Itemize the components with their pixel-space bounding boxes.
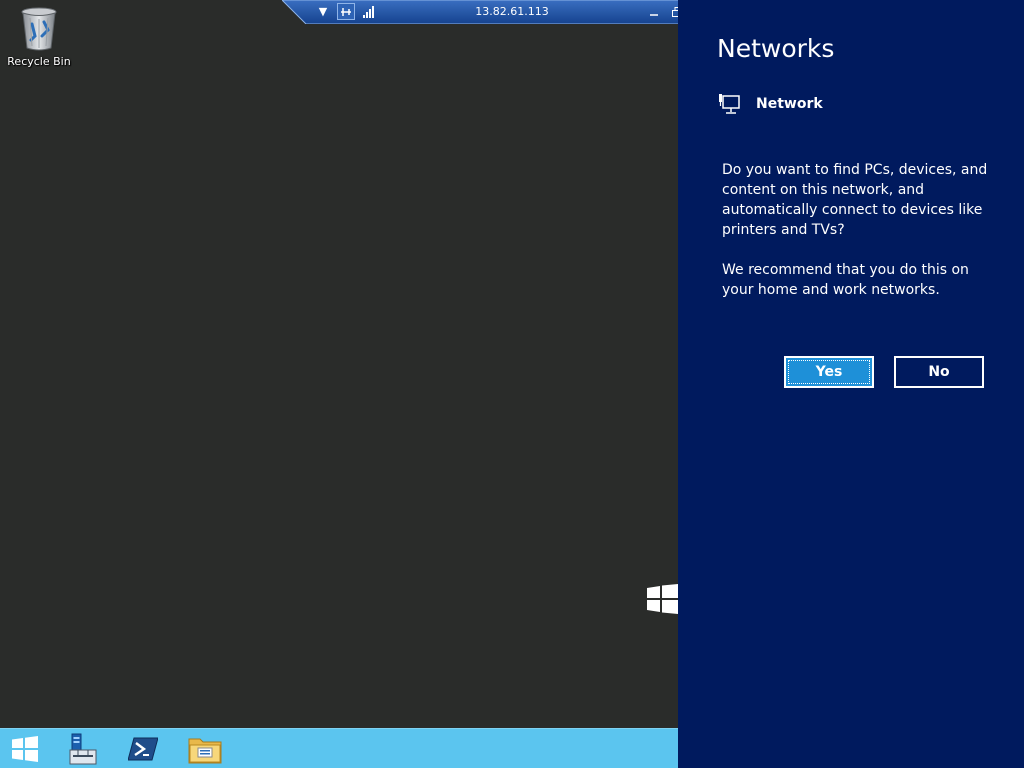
remote-connection-bar[interactable]: ▼ 13.82.61.113 [282, 0, 742, 24]
windows-logo-icon [647, 584, 678, 614]
powershell-icon [128, 737, 158, 761]
start-button[interactable] [1, 729, 49, 768]
wired-network-icon [719, 94, 740, 114]
taskbar-file-explorer[interactable] [181, 729, 229, 768]
recycle-bin-shortcut[interactable]: Recycle Bin [4, 6, 74, 68]
networks-panel: Networks Network Do you want to find PCs… [678, 0, 1024, 768]
recycle-bin-icon [21, 7, 57, 51]
network-discovery-message: Do you want to find PCs, devices, and co… [722, 160, 992, 320]
start-windows-icon [12, 736, 38, 762]
network-entry[interactable]: Network [718, 93, 823, 115]
recycle-bin-label: Recycle Bin [7, 55, 71, 68]
minimize-icon[interactable] [645, 3, 663, 20]
no-button[interactable]: No [894, 356, 984, 388]
yes-button[interactable]: Yes [784, 356, 874, 388]
file-explorer-icon [188, 738, 222, 764]
discovery-recommendation: We recommend that you do this on your ho… [722, 262, 969, 298]
network-name: Network [756, 96, 823, 112]
signal-strength-icon [360, 3, 378, 20]
pin-icon[interactable] [337, 3, 355, 20]
discovery-question: Do you want to find PCs, devices, and co… [722, 162, 988, 238]
desktop: Recycle Bin [0, 0, 678, 728]
taskbar-powershell[interactable] [119, 729, 167, 768]
taskbar-server-manager[interactable] [57, 729, 105, 768]
server-manager-icon [69, 733, 97, 765]
remote-host-address: 13.82.61.113 [475, 5, 549, 18]
taskbar [0, 728, 678, 768]
dropdown-arrow-icon[interactable]: ▼ [314, 3, 332, 20]
panel-title: Networks [717, 34, 835, 63]
